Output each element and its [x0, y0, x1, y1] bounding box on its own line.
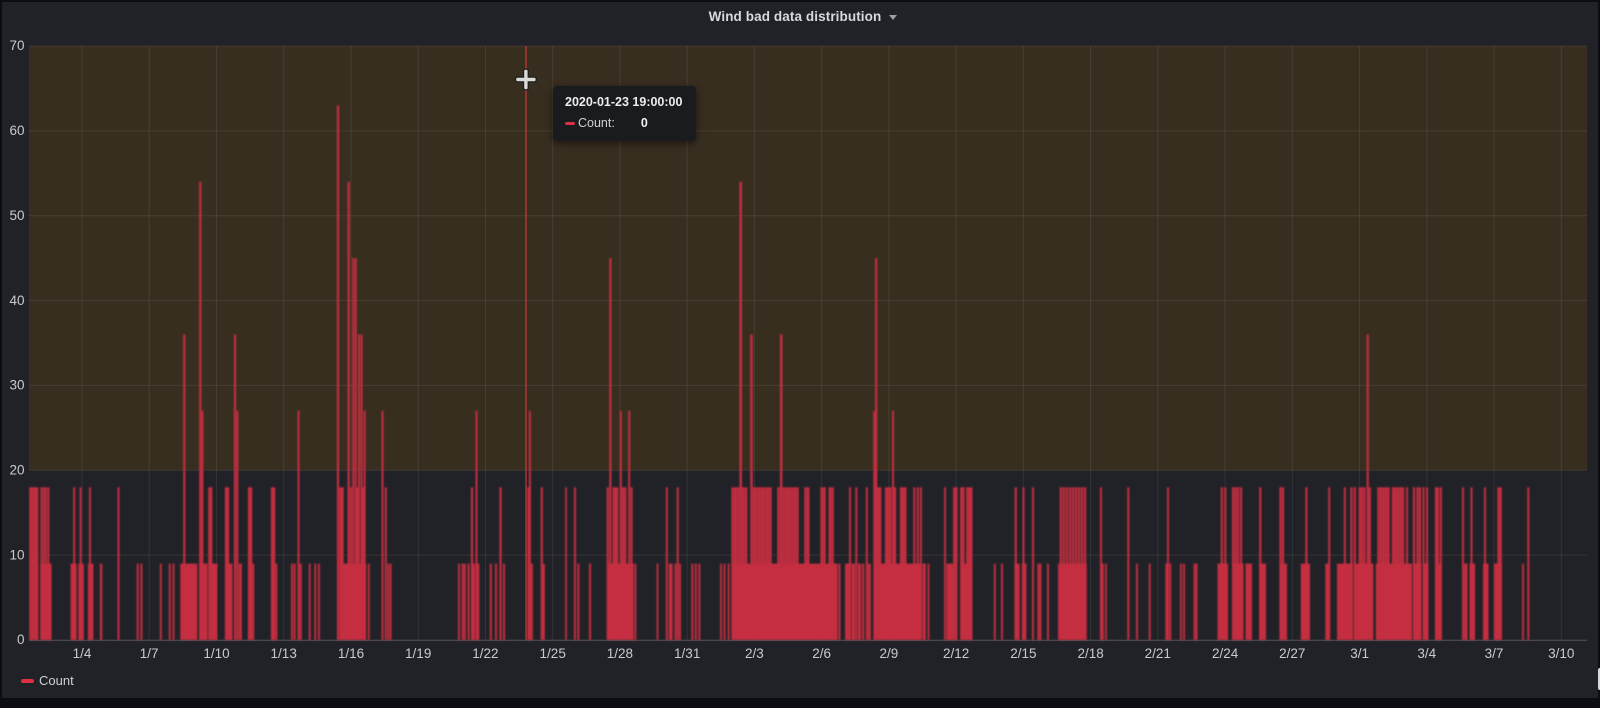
svg-text:1/13: 1/13 — [271, 646, 297, 661]
svg-text:1/7: 1/7 — [140, 646, 159, 661]
svg-text:3/10: 3/10 — [1548, 646, 1574, 661]
svg-text:3/7: 3/7 — [1485, 646, 1504, 661]
svg-text:2/3: 2/3 — [745, 646, 764, 661]
svg-text:10: 10 — [9, 547, 24, 562]
svg-text:3/4: 3/4 — [1417, 646, 1436, 661]
svg-text:60: 60 — [9, 123, 24, 138]
svg-text:70: 70 — [9, 38, 24, 53]
svg-text:2/27: 2/27 — [1279, 646, 1305, 661]
svg-text:1/25: 1/25 — [540, 646, 566, 661]
svg-text:1/31: 1/31 — [674, 646, 700, 661]
svg-text:40: 40 — [9, 293, 24, 308]
svg-text:2/15: 2/15 — [1010, 646, 1036, 661]
svg-text:0: 0 — [17, 632, 25, 647]
svg-text:1/19: 1/19 — [405, 646, 431, 661]
svg-text:2/18: 2/18 — [1077, 646, 1103, 661]
svg-text:1/16: 1/16 — [338, 646, 364, 661]
svg-text:2/21: 2/21 — [1145, 646, 1171, 661]
svg-text:1/4: 1/4 — [73, 646, 92, 661]
svg-text:1/10: 1/10 — [203, 646, 229, 661]
svg-text:3/1: 3/1 — [1350, 646, 1369, 661]
svg-text:1/28: 1/28 — [607, 646, 633, 661]
svg-text:1/22: 1/22 — [472, 646, 498, 661]
svg-text:2/6: 2/6 — [812, 646, 831, 661]
svg-text:50: 50 — [9, 208, 24, 223]
svg-text:2/9: 2/9 — [880, 646, 899, 661]
svg-text:20: 20 — [9, 463, 24, 478]
svg-text:2/24: 2/24 — [1212, 646, 1239, 661]
svg-text:2/12: 2/12 — [943, 646, 969, 661]
svg-text:30: 30 — [9, 378, 24, 393]
